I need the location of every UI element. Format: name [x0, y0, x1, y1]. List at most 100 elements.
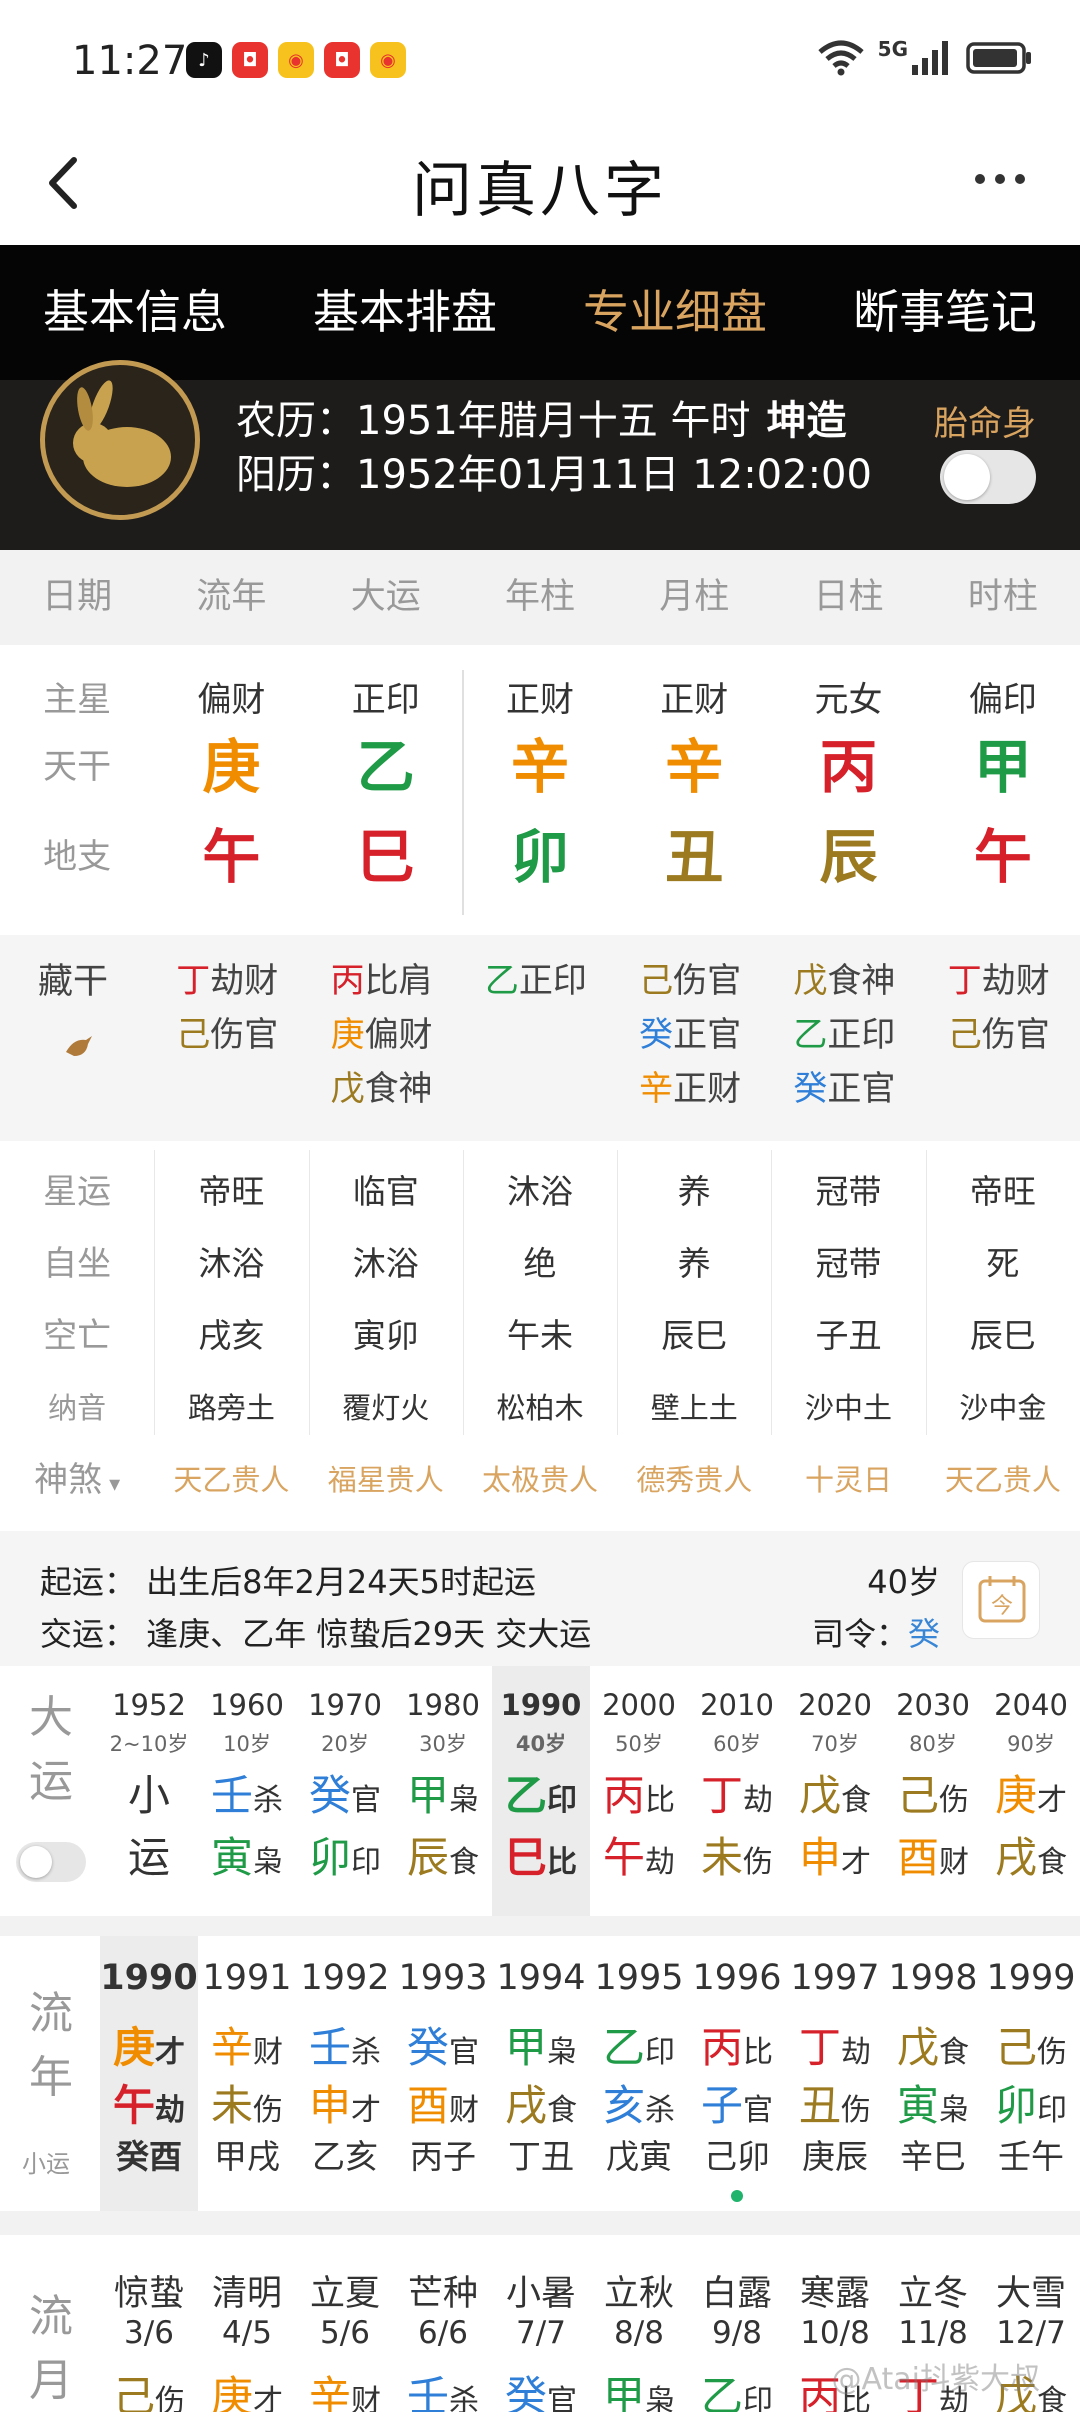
- dayun-item[interactable]: 2030 80岁 己伤 酉财: [884, 1666, 982, 1916]
- yun-cell: 绝: [523, 1244, 557, 1283]
- divider: [463, 1150, 464, 1435]
- tiangan[interactable]: 乙: [309, 720, 463, 815]
- app-header: 问真八字: [0, 120, 1080, 245]
- canggan-gan: 辛: [639, 1069, 674, 1109]
- liuyue-item[interactable]: 小暑 7/7 癸官: [492, 2235, 590, 2412]
- yun-cell: 养: [677, 1244, 711, 1283]
- liunian-zhi: 未伤: [198, 2072, 296, 2133]
- yun-cell: 戌亥: [198, 1316, 265, 1355]
- dayun-item[interactable]: 1960 10岁 壬杀 寅枭: [198, 1666, 296, 1916]
- tiangan[interactable]: 庚: [154, 720, 308, 815]
- liunian-gan: 丁劫: [786, 2014, 884, 2075]
- more-menu-button[interactable]: [960, 154, 1040, 204]
- jieqi-date: 8/8: [614, 2315, 664, 2351]
- liunian-zhi: 丑伤: [786, 2072, 884, 2133]
- tab-notes[interactable]: 断事笔记: [810, 245, 1080, 380]
- tiangan[interactable]: 辛: [617, 720, 771, 815]
- dayun-item[interactable]: 1980 30岁 甲枭 辰食: [394, 1666, 492, 1916]
- dizhi[interactable]: 午: [154, 810, 308, 905]
- tiangan[interactable]: 丙: [771, 720, 925, 815]
- canggan-gan: 乙: [793, 1015, 828, 1055]
- bird-icon[interactable]: [60, 1030, 96, 1066]
- zhi-char: 辰: [406, 1833, 449, 1882]
- dayun-item[interactable]: 1990 40岁 乙印 巳比: [492, 1666, 590, 1916]
- dizhi[interactable]: 午: [926, 810, 1080, 905]
- tab-basic-info[interactable]: 基本信息: [0, 245, 270, 380]
- dizhi[interactable]: 卯: [463, 810, 617, 905]
- dizhi[interactable]: 丑: [617, 810, 771, 905]
- row-label: 纳音: [48, 1391, 107, 1425]
- calendar-button[interactable]: 今: [962, 1561, 1040, 1639]
- zhi-char: 寅: [210, 1833, 253, 1882]
- liuyue-item[interactable]: 立夏 5/6 辛财: [296, 2235, 394, 2412]
- yun-cell: 沐浴: [198, 1244, 265, 1283]
- dayun-gan: 癸官: [296, 1762, 394, 1823]
- liunian-zhi: 午劫: [100, 2072, 198, 2133]
- liunian-year: 1994: [496, 1958, 586, 1998]
- shensha-dropdown[interactable]: 神煞 ▾: [0, 1444, 154, 1516]
- liunian-item[interactable]: 1999 己伤 卯印 壬午: [982, 1936, 1080, 2211]
- liuyue-item[interactable]: 惊蛰 3/6 己伤: [100, 2235, 198, 2412]
- jieqi-name: 大雪: [995, 2274, 1066, 2314]
- dayun-zhi: 寅枭: [198, 1824, 296, 1885]
- tiangan[interactable]: 甲: [926, 720, 1080, 815]
- shensha-item[interactable]: 天乙贵人: [926, 1444, 1080, 1516]
- shensha-item[interactable]: 十灵日: [771, 1444, 925, 1516]
- tab-basic-chart[interactable]: 基本排盘: [270, 245, 540, 380]
- liuyue-item[interactable]: 立秋 8/8 甲枭: [590, 2235, 688, 2412]
- yun-cell: 死: [986, 1244, 1020, 1283]
- shensha-item[interactable]: 太极贵人: [463, 1444, 617, 1516]
- dizhi[interactable]: 辰: [771, 810, 925, 905]
- liunian-item[interactable]: 1998 戊食 寅枭 辛巳: [884, 1936, 982, 2211]
- canggan-gan: 戊: [330, 1069, 365, 1109]
- main-row: 天干庚乙辛辛丙甲: [0, 720, 1080, 815]
- liunian-item[interactable]: 1994 甲枭 戌食 丁丑: [492, 1936, 590, 2211]
- dayun-year: 2040: [994, 1688, 1068, 1722]
- yun-cell: 辰巳: [969, 1316, 1036, 1355]
- liunian-gan: 乙印: [590, 2014, 688, 2075]
- svg-text:今: 今: [991, 1594, 1013, 1619]
- liuyue-item[interactable]: 清明 4/5 庚才: [198, 2235, 296, 2412]
- dayun-item[interactable]: 2040 90岁 庚才 戌食: [982, 1666, 1080, 1916]
- shishen-abbr: 伤: [1037, 2035, 1067, 2070]
- dayun-item[interactable]: 1952 2~10岁小运: [100, 1666, 198, 1916]
- liunian-item[interactable]: 1993 癸官 酉财 丙子: [394, 1936, 492, 2211]
- liunian-item[interactable]: 1991 辛财 未伤 甲戌: [198, 1936, 296, 2211]
- liuyue-item[interactable]: 芒种 6/6 壬杀: [394, 2235, 492, 2412]
- dayun-year: 1980: [406, 1688, 480, 1722]
- liuyue-item[interactable]: 白露 9/8 乙印: [688, 2235, 786, 2412]
- liunian-item[interactable]: 1990 庚才 午劫 癸酉: [100, 1936, 198, 2211]
- gan-char: 庚: [112, 2023, 155, 2072]
- zhi-char: 申: [798, 1833, 841, 1882]
- liunian-item[interactable]: 1992 壬杀 申才 乙亥: [296, 1936, 394, 2211]
- dayun-age: 30岁: [419, 1732, 467, 1756]
- shensha-label: 神煞: [34, 1460, 103, 1500]
- gan-char: 己: [994, 2023, 1037, 2072]
- liunian-zhi: 卯印: [982, 2072, 1080, 2133]
- yun-cell: 午未: [506, 1316, 573, 1355]
- liunian-item[interactable]: 1996 丙比 子官 己卯: [688, 1936, 786, 2211]
- dayun-item[interactable]: 2000 50岁 丙比 午劫: [590, 1666, 688, 1916]
- dayun-item[interactable]: 2020 70岁 戊食 申才: [786, 1666, 884, 1916]
- yun-cell: 寅卯: [352, 1316, 419, 1355]
- shensha-item[interactable]: 福星贵人: [309, 1444, 463, 1516]
- red-packet-app-icon: ◘: [324, 42, 360, 78]
- dizhi[interactable]: 巳: [309, 810, 463, 905]
- dayun-item[interactable]: 2010 60岁 丁劫 未伤: [688, 1666, 786, 1916]
- liunian-item[interactable]: 1997 丁劫 丑伤 庚辰: [786, 1936, 884, 2211]
- yun-cell: 沐浴: [352, 1244, 419, 1283]
- yun-cell: 沐浴: [506, 1172, 573, 1211]
- liunian-item[interactable]: 1995 乙印 亥杀 戊寅: [590, 1936, 688, 2211]
- canggan-shishen: 劫财: [210, 961, 279, 1001]
- dayun-toggle[interactable]: [16, 1842, 86, 1882]
- yun-row: 纳音 路旁土 覆灯火 松柏木 壁上土 沙中土 沙中金: [0, 1372, 1080, 1444]
- dayun-item[interactable]: 1970 20岁 癸官 卯印: [296, 1666, 394, 1916]
- status-time: 11:27: [72, 38, 188, 84]
- tiangan[interactable]: 辛: [463, 720, 617, 815]
- tab-pro-chart[interactable]: 专业细盘: [540, 245, 810, 380]
- shensha-item[interactable]: 德秀贵人: [617, 1444, 771, 1516]
- shensha-item[interactable]: 天乙贵人: [154, 1444, 308, 1516]
- xiaoyun-ganzhi: 癸酉: [116, 2137, 182, 2176]
- jieqi-date: 5/6: [320, 2315, 370, 2351]
- taimingshen-toggle[interactable]: [940, 450, 1036, 504]
